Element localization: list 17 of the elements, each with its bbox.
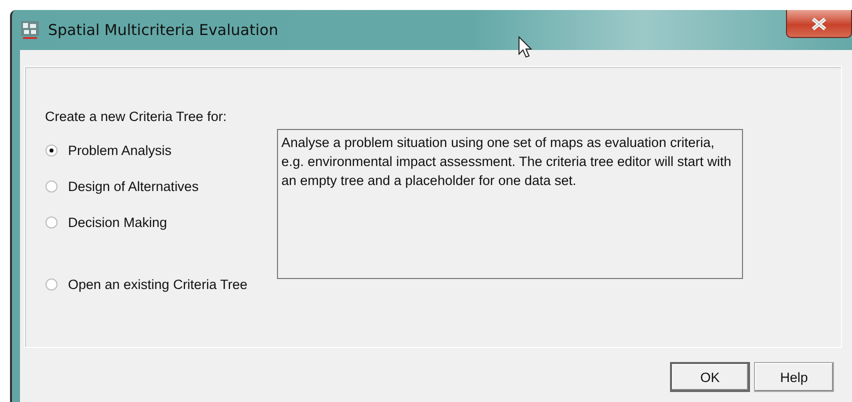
close-icon (810, 16, 828, 30)
radio-option[interactable]: Problem Analysis (45, 132, 248, 168)
radio-option[interactable]: Decision Making (45, 204, 248, 240)
dialog-button[interactable]: Help (754, 362, 834, 392)
close-button[interactable] (786, 10, 852, 38)
radio-button[interactable] (45, 144, 58, 156)
cursor-icon (518, 36, 532, 58)
radio-button[interactable] (45, 216, 58, 228)
window-title: Spatial Multicriteria Evaluation (48, 21, 278, 39)
description-text: Analyse a problem situation using one set of maps as evaluation criteria, e.g. environmental impact assessment. The criteria tree editor will start with an empty tree and a placeholder for one data set. (277, 129, 744, 279)
radio-button[interactable] (45, 278, 58, 290)
app-icon (20, 20, 40, 40)
radio-option[interactable]: Open an existing Criteria Tree (45, 266, 248, 302)
prompt-label: Create a new Criteria Tree for: (45, 109, 228, 124)
radio-button[interactable] (45, 180, 58, 192)
radio-option[interactable]: Design of Alternatives (45, 168, 248, 204)
dialog-button[interactable]: OK (670, 362, 750, 392)
